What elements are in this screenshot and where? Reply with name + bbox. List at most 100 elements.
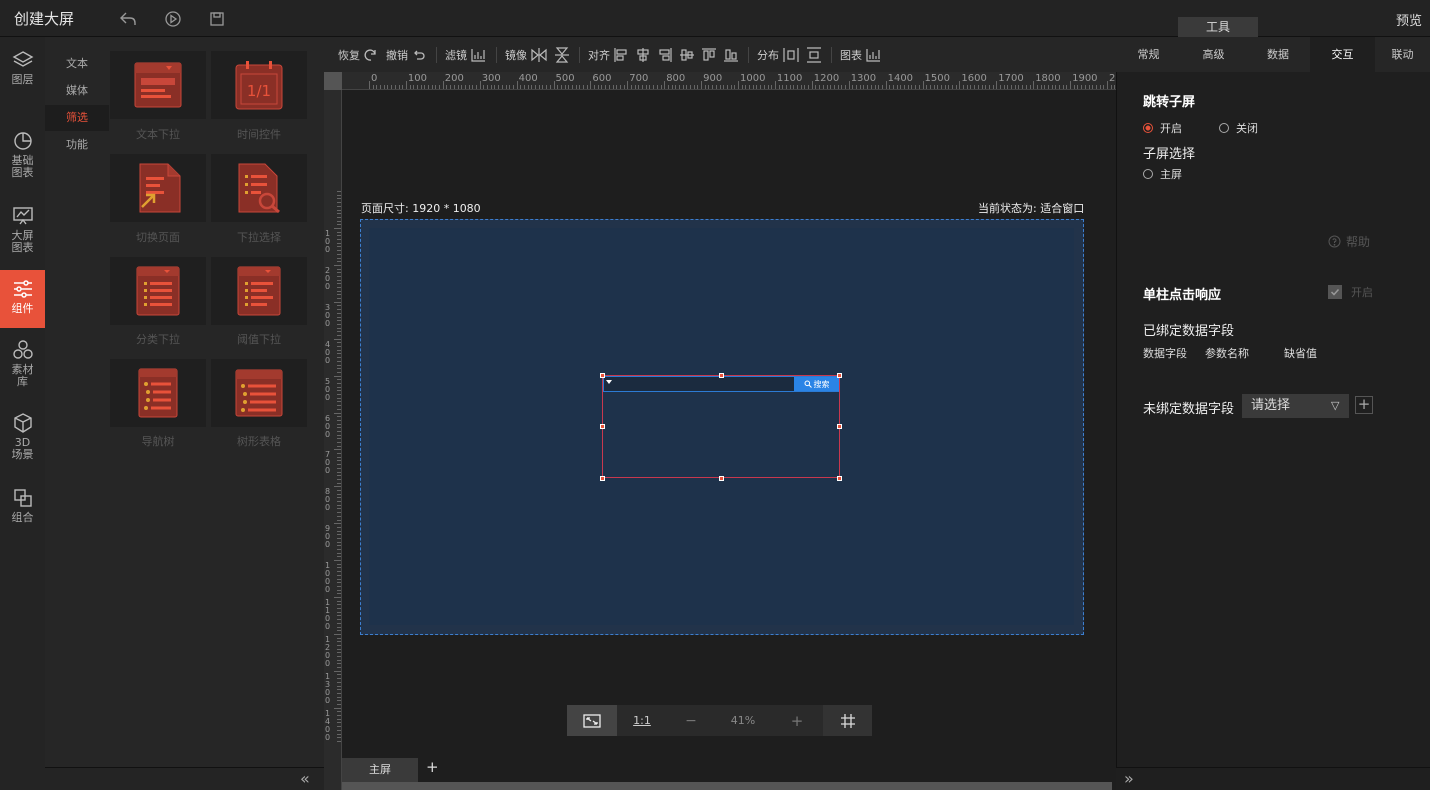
ruler-tick [749,85,751,89]
ruler-tick [926,85,928,89]
single-click-checkbox[interactable]: 开启 [1328,284,1373,300]
tab-interaction[interactable]: 交互 [1310,37,1375,72]
component-tile[interactable] [110,359,206,427]
checkbox-label: 开启 [1351,286,1373,299]
subnav-item-filter[interactable]: 筛选 [45,105,109,131]
align-center-h-icon[interactable] [636,47,650,62]
ruler-tick [579,85,581,89]
preview-button[interactable]: 预览 [1396,10,1422,29]
nav-item-materials[interactable]: 素材库 [0,339,45,393]
jump-on-radio[interactable]: 开启 [1143,120,1182,136]
ruler-tick [686,85,688,89]
actual-size-button[interactable]: 1:1 [617,705,667,736]
subnav-item-function[interactable]: 功能 [45,132,109,158]
toolbar-divider [579,46,580,63]
ruler-tick [516,81,518,89]
nav-item-3d-scene[interactable]: 3D场景 [0,412,45,466]
component-tile[interactable] [110,51,206,119]
component-tile[interactable]: 1/1 [211,51,307,119]
back-icon[interactable] [118,9,138,29]
resize-handle[interactable] [837,424,842,429]
save-icon[interactable] [207,9,227,29]
distribute-label[interactable]: 分布 [757,47,779,63]
horizontal-scrollbar[interactable] [342,782,1112,790]
redo-icon[interactable] [364,48,378,62]
subnav-item-text[interactable]: 文本 [45,51,109,77]
distribute-h-icon[interactable] [783,47,799,62]
ruler-tick [992,85,994,89]
nav-item-basic-charts[interactable]: 基础图表 [0,130,45,180]
nav-label: 组件 [11,302,34,315]
flip-horizontal-icon[interactable] [531,47,547,62]
add-field-button[interactable]: + [1355,396,1373,414]
resize-handle[interactable] [600,373,605,378]
chart-icon[interactable] [866,48,881,62]
undo-label[interactable]: 撤销 [386,47,408,63]
align-right-icon[interactable] [658,47,672,62]
play-icon[interactable] [163,9,183,29]
nav-item-layers[interactable]: 图层 [0,49,45,99]
ruler-label: 1700 [998,73,1024,84]
ruler-label: 500 [325,376,331,402]
component-tile[interactable] [110,154,206,222]
align-bottom-icon[interactable] [724,48,738,62]
ruler-tick [472,85,474,89]
jump-off-radio[interactable]: 关闭 [1219,120,1258,136]
filter-chart-icon[interactable] [471,48,486,62]
zoom-in-button[interactable]: + [771,705,823,736]
ruler-tick [337,578,341,580]
component-tile[interactable] [211,257,307,325]
nav-item-components[interactable]: 组件 [0,270,45,328]
nav-item-screen-charts[interactable]: 大屏图表 [0,205,45,257]
chart-label[interactable]: 图表 [840,47,862,63]
ruler-tick [461,85,463,89]
redo-label[interactable]: 恢复 [338,47,360,63]
component-tile[interactable] [211,154,307,222]
ruler-tick [337,615,341,617]
subnav-item-media[interactable]: 媒体 [45,78,109,104]
mirror-label[interactable]: 镜像 [505,47,527,63]
resize-handle[interactable] [600,424,605,429]
help-link[interactable]: 帮助 [1328,233,1370,250]
ruler-tick [337,715,341,717]
zoom-out-button[interactable]: − [667,705,715,736]
fit-screen-button[interactable] [567,705,617,736]
grid-toggle-button[interactable] [823,705,872,736]
ruler-tick [337,681,341,683]
align-middle-icon[interactable] [680,48,694,62]
tool-tab[interactable]: 工具 [1178,17,1258,37]
undo-icon[interactable] [412,48,426,62]
resize-handle[interactable] [719,373,724,378]
collapse-left-icon[interactable]: « [300,769,310,788]
ruler-tick [337,729,341,731]
nav-item-group[interactable]: 组合 [0,487,45,529]
align-label[interactable]: 对齐 [588,47,610,63]
tab-data[interactable]: 数据 [1246,37,1310,72]
ruler-tick [675,85,677,89]
tab-general[interactable]: 常规 [1116,37,1181,72]
resize-handle[interactable] [837,476,842,481]
filter-label[interactable]: 滤镜 [445,47,467,63]
tab-linkage[interactable]: 联动 [1375,37,1430,72]
main-screen-radio[interactable]: 主屏 [1143,166,1182,182]
component-tile[interactable] [110,257,206,325]
flip-vertical-icon[interactable] [555,46,569,63]
resize-handle[interactable] [600,476,605,481]
tab-advanced[interactable]: 高级 [1181,37,1246,72]
ruler-tick [337,401,341,403]
ruler-tick [911,85,913,89]
grid-icon [840,713,855,728]
ruler-tick [337,430,341,432]
align-top-icon[interactable] [702,47,716,62]
component-tile[interactable] [211,359,307,427]
align-left-icon[interactable] [614,47,628,62]
nav-label: 组合 [11,511,34,524]
distribute-v-icon[interactable] [807,46,821,63]
widget-search-button[interactable]: 搜索 [794,377,839,391]
resize-handle[interactable] [719,476,724,481]
add-screen-button[interactable]: + [426,758,439,776]
resize-handle[interactable] [837,373,842,378]
screen-tab-main[interactable]: 主屏 [342,758,418,782]
collapse-right-icon[interactable]: » [1124,769,1134,788]
ruler-tick [848,81,850,89]
